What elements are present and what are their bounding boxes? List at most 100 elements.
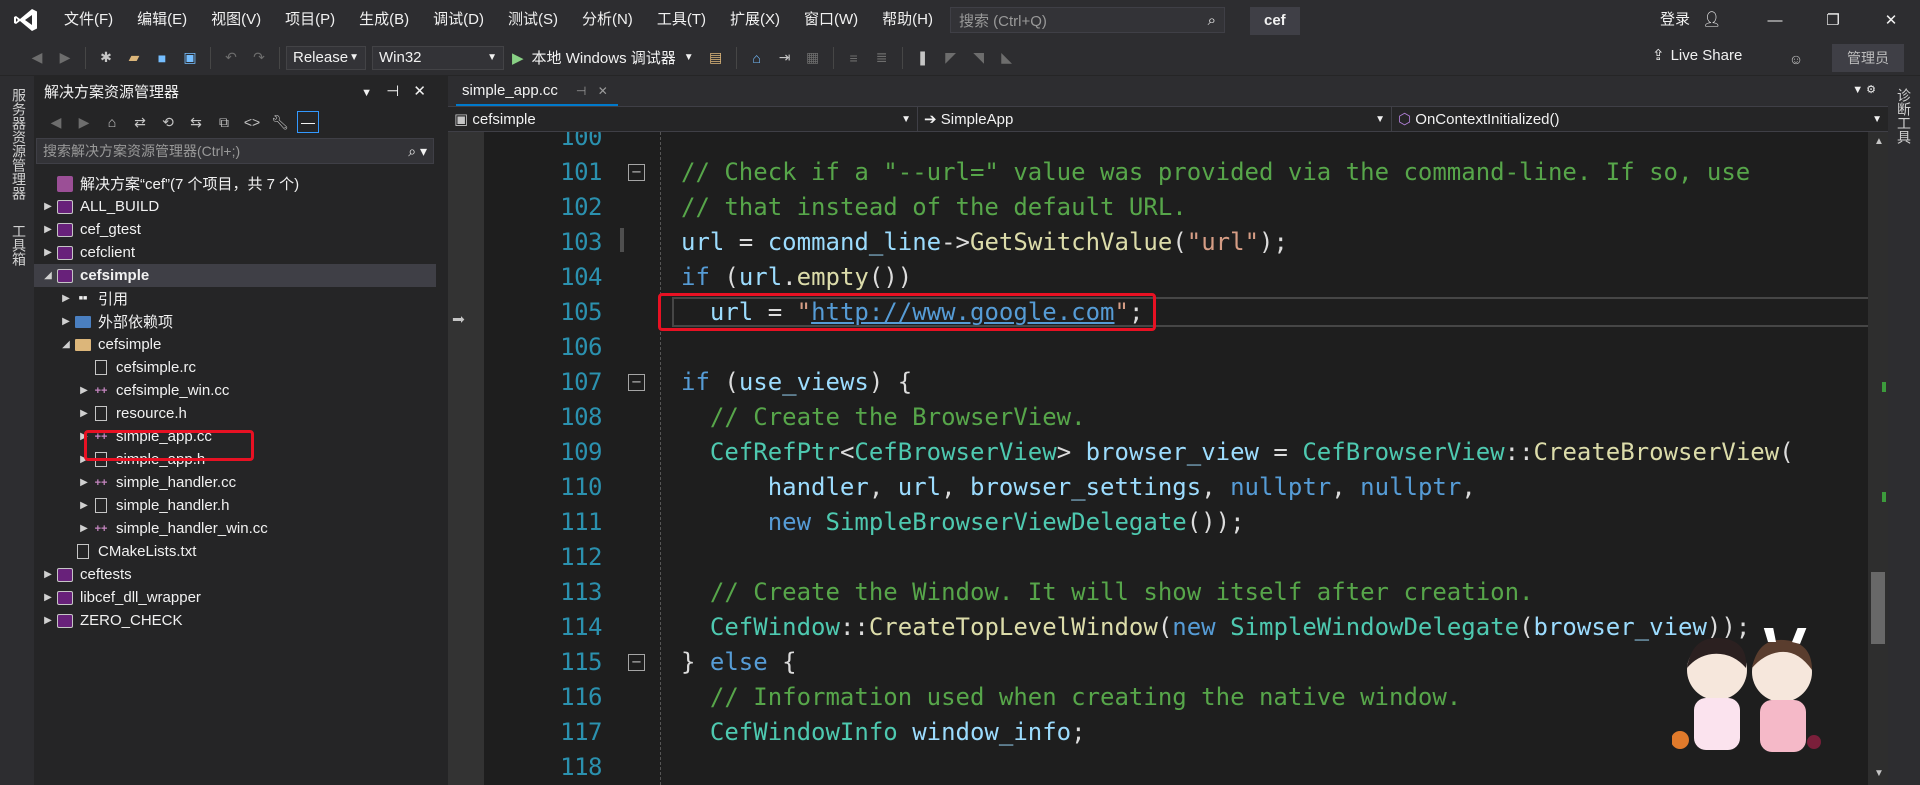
tree-item[interactable]: cefsimple.rc	[34, 356, 436, 379]
tree-item[interactable]: ▶ ■■ 引用	[34, 287, 436, 310]
expand-arrow-icon[interactable]: ▶	[76, 523, 92, 534]
save-icon[interactable]: ■	[151, 47, 173, 69]
redo-icon[interactable]: ↷	[248, 47, 270, 69]
expanded-arrow-icon[interactable]: ◢	[58, 339, 74, 350]
clear-bookmarks-icon[interactable]: ◣	[996, 47, 1018, 69]
back-icon[interactable]: ◀	[26, 47, 48, 69]
close-icon[interactable]: ✕	[1868, 0, 1914, 40]
tree-item[interactable]: ▶ ++ simple_handler.cc	[34, 471, 436, 494]
scroll-up-icon[interactable]: ▲	[1874, 136, 1884, 147]
menu-item[interactable]: 扩展(X)	[718, 0, 792, 40]
configuration-select[interactable]: Release ▼	[286, 45, 366, 70]
tree-item[interactable]: ▶ 外部依赖项	[34, 310, 436, 333]
global-search-input[interactable]: 搜索 (Ctrl+Q) ⌕	[950, 7, 1225, 33]
menu-item[interactable]: 调试(D)	[421, 0, 496, 40]
forward-icon[interactable]: ▶	[73, 111, 95, 133]
bookmark-icon[interactable]: ❚	[912, 47, 934, 69]
menu-item[interactable]: 测试(S)	[496, 0, 570, 40]
prev-bookmark-icon[interactable]: ◤	[940, 47, 962, 69]
step-icon[interactable]: ⇥	[774, 47, 796, 69]
menu-item[interactable]: 生成(B)	[347, 0, 421, 40]
expand-arrow-icon[interactable]: ▶	[40, 201, 56, 212]
tree-item[interactable]: ▶ ceftests	[34, 563, 436, 586]
menu-item[interactable]: 视图(V)	[199, 0, 273, 40]
solution-search-input[interactable]: 搜索解决方案资源管理器(Ctrl+;) ⌕ ▾	[36, 138, 434, 164]
tree-item[interactable]: 解决方案“cef”(7 个项目，共 7 个)	[34, 172, 436, 195]
login-button[interactable]: 登录 👤︎	[1660, 0, 1721, 40]
member-scope-select[interactable]: ⬡ OnContextInitialized() ▼	[1392, 107, 1888, 131]
vertical-scrollbar[interactable]: ▲ ▼	[1868, 132, 1888, 785]
collapse-region-icon[interactable]: −	[628, 654, 645, 671]
expand-arrow-icon[interactable]: ▶	[40, 592, 56, 603]
back-icon[interactable]: ◀	[45, 111, 67, 133]
start-debugging-button[interactable]: ▶ 本地 Windows 调试器 ▼	[504, 47, 702, 68]
collapse-all-icon[interactable]: ⧉	[213, 111, 235, 133]
expand-arrow-icon[interactable]: ▶	[76, 385, 92, 396]
properties-icon[interactable]: 🔧︎	[269, 111, 291, 133]
tree-item[interactable]: ▶ ALL_BUILD	[34, 195, 436, 218]
switch-views-icon[interactable]: ⇄	[129, 111, 151, 133]
close-tab-icon[interactable]: ✕	[598, 84, 608, 98]
menu-item[interactable]: 工具(T)	[645, 0, 718, 40]
expand-arrow-icon[interactable]: ▶	[76, 408, 92, 419]
menu-item[interactable]: 项目(P)	[273, 0, 347, 40]
scroll-down-icon[interactable]: ▼	[1874, 768, 1884, 779]
code-view-icon[interactable]: <>	[241, 111, 263, 133]
tree-item[interactable]: ▶ ++ cefsimple_win.cc	[34, 379, 436, 402]
preview-icon[interactable]: —	[297, 111, 319, 133]
close-panel-icon[interactable]: ✕	[413, 83, 426, 100]
undo-icon[interactable]: ↶	[220, 47, 242, 69]
forward-icon[interactable]: ▶	[54, 47, 76, 69]
tree-item[interactable]: CMakeLists.txt	[34, 540, 436, 563]
pin-icon[interactable]: ⊣	[576, 84, 586, 98]
browser-link-icon[interactable]: ⌂	[746, 47, 768, 69]
sync-icon[interactable]: ⇆	[185, 111, 207, 133]
tab-list-dropdown-icon[interactable]: ▼ ⚙	[1852, 83, 1876, 96]
menu-item[interactable]: 窗口(W)	[792, 0, 870, 40]
tree-item[interactable]: ▶ libcef_dll_wrapper	[34, 586, 436, 609]
pin-icon[interactable]: ⊣	[386, 83, 399, 100]
menu-item[interactable]: 文件(F)	[52, 0, 125, 40]
diagnostic-tools-tab[interactable]: 诊断工具	[1894, 88, 1914, 144]
menu-item[interactable]: 分析(N)	[570, 0, 645, 40]
tab-simple-app-cc[interactable]: simple_app.cc ⊣ ✕	[456, 76, 618, 106]
project-scope-select[interactable]: ▣ cefsimple ▼	[448, 107, 918, 131]
open-folder-icon[interactable]: ▰	[123, 47, 145, 69]
pending-changes-icon[interactable]: ⟲	[157, 111, 179, 133]
tree-item[interactable]: ▶ simple_handler.h	[34, 494, 436, 517]
expand-arrow-icon[interactable]: ▶	[40, 569, 56, 580]
comment-icon[interactable]: ≡	[843, 47, 865, 69]
platform-select[interactable]: Win32 ▼	[372, 45, 504, 70]
feedback-icon[interactable]: ☺	[1785, 48, 1807, 70]
next-bookmark-icon[interactable]: ◥	[968, 47, 990, 69]
breakpoint-layout-icon[interactable]: ▦	[802, 47, 824, 69]
home-icon[interactable]: ⌂	[101, 111, 123, 133]
attach-process-icon[interactable]: ▤	[705, 47, 727, 69]
scrollbar-thumb[interactable]	[1871, 572, 1885, 644]
menu-item[interactable]: 编辑(E)	[125, 0, 199, 40]
tree-item[interactable]: ▶ cef_gtest	[34, 218, 436, 241]
collapse-region-icon[interactable]: −	[628, 164, 645, 181]
tree-item[interactable]: ▶ ZERO_CHECK	[34, 609, 436, 632]
expand-arrow-icon[interactable]: ▶	[76, 500, 92, 511]
new-project-icon[interactable]: ✱	[95, 47, 117, 69]
expand-arrow-icon[interactable]: ▶	[58, 293, 74, 304]
toolbox-tab[interactable]: 工具箱	[9, 224, 29, 266]
expand-arrow-icon[interactable]: ▶	[40, 247, 56, 258]
restore-icon[interactable]: ❐	[1810, 0, 1856, 40]
expand-arrow-icon[interactable]: ▶	[76, 477, 92, 488]
minimize-icon[interactable]: —	[1752, 0, 1798, 40]
expand-arrow-icon[interactable]: ▶	[40, 615, 56, 626]
tree-item[interactable]: ◢ cefsimple	[34, 264, 436, 287]
server-explorer-tab[interactable]: 服务器资源管理器	[9, 88, 29, 200]
dropdown-icon[interactable]: ▼	[361, 87, 372, 99]
live-share-button[interactable]: ⇪ Live Share	[1652, 46, 1742, 65]
tree-item[interactable]: ▶ cefclient	[34, 241, 436, 264]
tree-item[interactable]: ▶ resource.h	[34, 402, 436, 425]
expanded-arrow-icon[interactable]: ◢	[40, 270, 56, 281]
splitter[interactable]	[436, 76, 448, 785]
expand-arrow-icon[interactable]: ▶	[40, 224, 56, 235]
collapse-region-icon[interactable]: −	[628, 374, 645, 391]
uncomment-icon[interactable]: ≣	[871, 47, 893, 69]
menu-item[interactable]: 帮助(H)	[870, 0, 945, 40]
